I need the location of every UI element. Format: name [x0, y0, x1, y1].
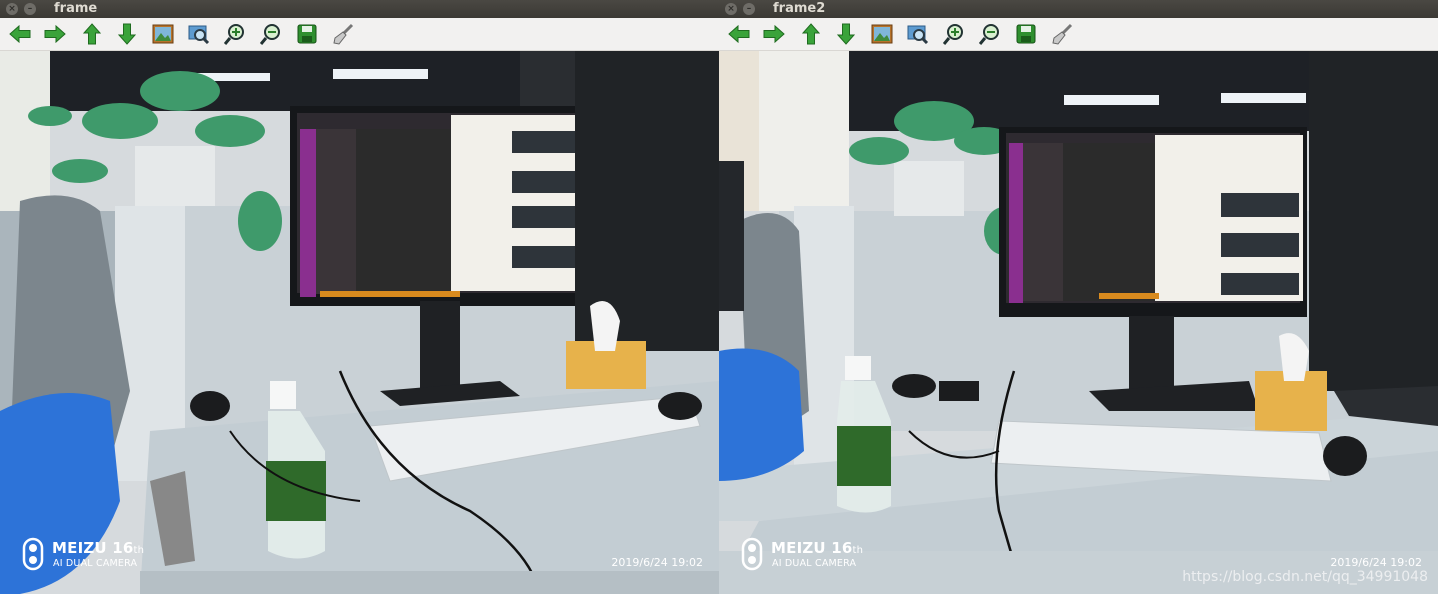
- camera-image-right[interactable]: MEIZU 16th AI DUAL CAMERA 2019/6/24 19:0…: [719, 51, 1438, 594]
- image-icon[interactable]: [869, 22, 895, 46]
- camera-logo-icon: [741, 537, 763, 575]
- save-icon[interactable]: [1013, 22, 1039, 46]
- camera-logo-icon: [22, 537, 44, 575]
- watermark-brand: MEIZU 16th: [52, 539, 144, 557]
- toolbar: [0, 18, 719, 51]
- toolbar: [719, 18, 1438, 51]
- minimize-icon[interactable]: –: [24, 3, 36, 15]
- watermark-brand: MEIZU 16th: [771, 539, 863, 557]
- zoom-fit-icon[interactable]: [905, 22, 931, 46]
- zoom-out-icon[interactable]: [258, 22, 284, 46]
- image-window-frame[interactable]: × – frame MEIZU 16th AI DUAL CAMERA 2019…: [0, 0, 719, 594]
- image-icon[interactable]: [150, 22, 176, 46]
- watermark-subtitle: AI DUAL CAMERA: [53, 558, 138, 569]
- window-title: frame2: [773, 1, 826, 16]
- arrow-left-icon[interactable]: [7, 22, 33, 46]
- brush-icon[interactable]: [1049, 22, 1075, 46]
- watermark-datetime: 2019/6/24 19:02: [611, 556, 703, 569]
- office-desk-photo: [719, 51, 1438, 594]
- arrow-down-icon[interactable]: [833, 22, 859, 46]
- minimize-icon[interactable]: –: [743, 3, 755, 15]
- zoom-fit-icon[interactable]: [186, 22, 212, 46]
- title-bar[interactable]: × – frame2: [719, 0, 1438, 18]
- window-title: frame: [54, 1, 98, 16]
- arrow-up-icon[interactable]: [79, 22, 105, 46]
- watermark-brand-text: MEIZU 16: [52, 539, 134, 557]
- watermark-subtitle: AI DUAL CAMERA: [772, 558, 857, 569]
- source-url-watermark: https://blog.csdn.net/qq_34991048: [1182, 569, 1428, 585]
- office-desk-photo: [0, 51, 719, 594]
- arrow-up-icon[interactable]: [798, 22, 824, 46]
- watermark-brand-suffix: th: [133, 545, 145, 556]
- save-icon[interactable]: [294, 22, 320, 46]
- arrow-right-icon[interactable]: [761, 22, 787, 46]
- image-window-frame2[interactable]: × – frame2 MEIZU 16th AI DUAL CAMERA 201…: [719, 0, 1438, 594]
- zoom-in-icon[interactable]: [222, 22, 248, 46]
- title-bar[interactable]: × – frame: [0, 0, 719, 18]
- camera-image-left[interactable]: MEIZU 16th AI DUAL CAMERA 2019/6/24 19:0…: [0, 51, 719, 594]
- close-icon[interactable]: ×: [725, 3, 737, 15]
- brush-icon[interactable]: [330, 22, 356, 46]
- close-icon[interactable]: ×: [6, 3, 18, 15]
- watermark-brand-text: MEIZU 16: [771, 539, 853, 557]
- arrow-left-icon[interactable]: [726, 22, 752, 46]
- watermark-datetime: 2019/6/24 19:02: [1330, 556, 1422, 569]
- zoom-out-icon[interactable]: [977, 22, 1003, 46]
- zoom-in-icon[interactable]: [941, 22, 967, 46]
- arrow-down-icon[interactable]: [114, 22, 140, 46]
- watermark-brand-suffix: th: [852, 545, 864, 556]
- arrow-right-icon[interactable]: [42, 22, 68, 46]
